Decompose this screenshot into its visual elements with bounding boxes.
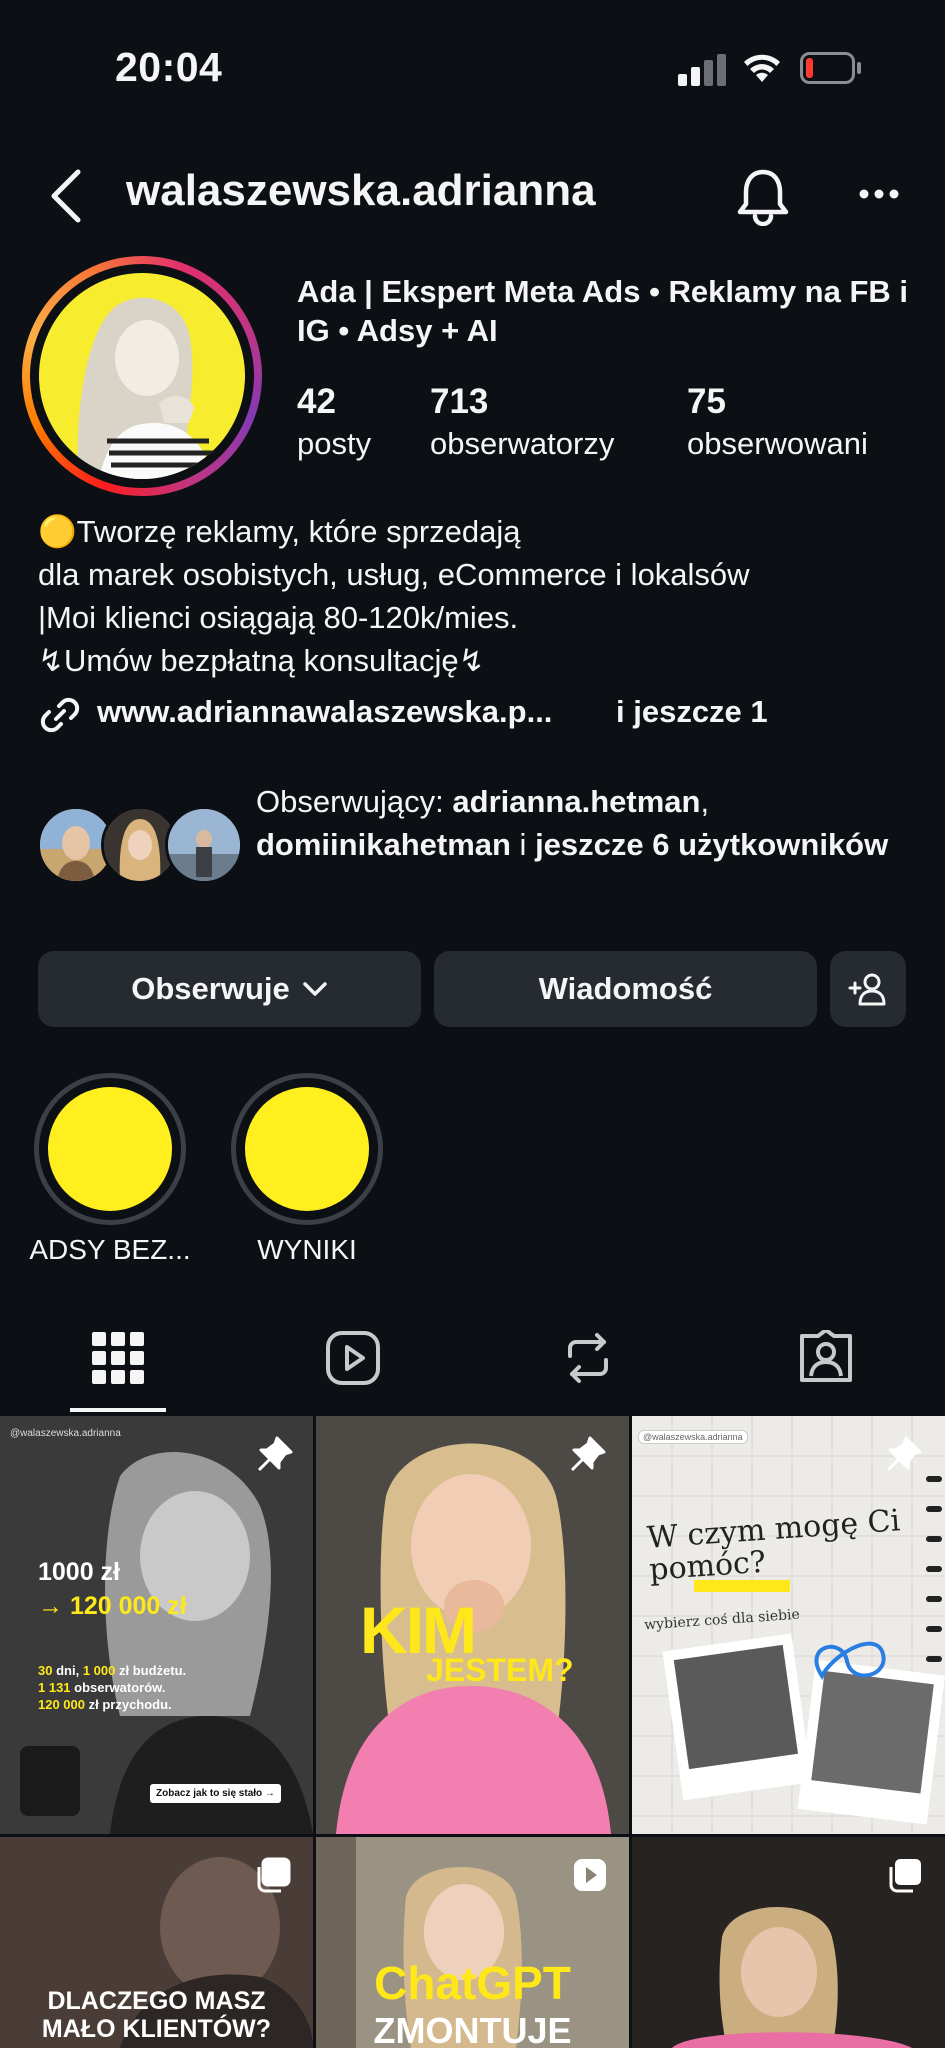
followers-count[interactable]: 713 [430,382,488,422]
bio-line: dla marek osobistych, usług, eCommerce i… [38,557,750,592]
carousel-icon [257,1857,291,1893]
profile-avatar[interactable] [22,256,262,496]
profile-full-name: Ada | Ekspert Meta Ads • Reklamy na FB i… [297,274,909,348]
bio-line: |Moi klienci osiągają 80-120k/mies. [38,600,519,635]
post-thumbnail[interactable]: ChatGPT ZMONTUJE [316,1837,629,2048]
cellular-signal-icon [678,54,726,86]
followed-by-user[interactable]: domiinikahetman [256,827,511,862]
active-tab-indicator [70,1408,166,1412]
reels-icon[interactable] [325,1330,381,1386]
highlight-label: WYNIKI [257,1234,357,1265]
post-thumbnail[interactable]: @walaszewska.adrianna 1000 zł → 120 000 … [0,1416,313,1834]
following-button[interactable]: Obserwuje [38,951,421,1027]
carousel-icon [889,1859,921,1893]
post-thumbnail[interactable] [632,1837,945,2048]
following-label[interactable]: obserwowani [687,426,868,462]
followed-by-user[interactable]: adrianna.hetman [452,784,700,819]
followed-by-others[interactable]: jeszcze 6 użytkowników [535,827,888,862]
post-thumbnail[interactable]: @walaszewska.adrianna W czym mogę Ci pom… [632,1416,945,1834]
message-button[interactable]: Wiadomość [434,951,817,1027]
post-thumbnail[interactable]: KIM JESTEM? [316,1416,629,1834]
story-highlight[interactable] [231,1073,383,1225]
following-count[interactable]: 75 [687,382,726,422]
tagged-icon[interactable] [798,1330,854,1386]
highlight-label: ADSY BEZ... [29,1234,191,1265]
add-person-icon [848,973,886,1006]
posts-label[interactable]: posty [297,426,371,462]
avatar-portrait [77,297,217,479]
posts-count[interactable]: 42 [297,382,336,422]
more-links-button[interactable]: i jeszcze 1 [616,694,768,730]
more-options-icon[interactable] [858,186,900,202]
bio-line: ↯Umów bezpłatną konsultację↯ [38,643,485,678]
bio-line: 🟡Tworzę reklamy, które sprzedają [38,514,521,549]
pinned-icon [257,1436,293,1472]
reel-play-icon [574,1859,606,1891]
story-highlight[interactable] [34,1073,186,1225]
status-time: 20:04 [115,44,223,90]
back-arrow-icon[interactable] [48,168,84,224]
followed-by-text[interactable]: Obserwujący: adrianna.hetman, domiinikahe… [256,780,896,866]
profile-website-link[interactable]: www.adriannawalaszewska.p... [97,694,552,730]
link-icon [40,697,80,733]
grid-icon[interactable] [90,1330,146,1386]
profile-bio: 🟡Tworzę reklamy, które sprzedają dla mar… [38,510,918,682]
pinned-icon [570,1436,606,1472]
follower-avatar[interactable] [165,806,243,884]
suggest-people-button[interactable] [830,951,906,1027]
followers-label[interactable]: obserwatorzy [430,426,614,462]
chevron-down-icon [303,982,327,996]
reposts-icon[interactable] [560,1330,616,1386]
profile-username: walaszewska.adrianna [126,166,596,215]
notification-bell-icon[interactable] [736,166,790,226]
battery-low-icon [800,52,861,84]
post-thumbnail[interactable]: DLACZEGO MASZ MAŁO KLIENTÓW? [0,1837,313,2048]
pinned-icon [886,1436,922,1472]
wifi-icon [744,54,780,82]
